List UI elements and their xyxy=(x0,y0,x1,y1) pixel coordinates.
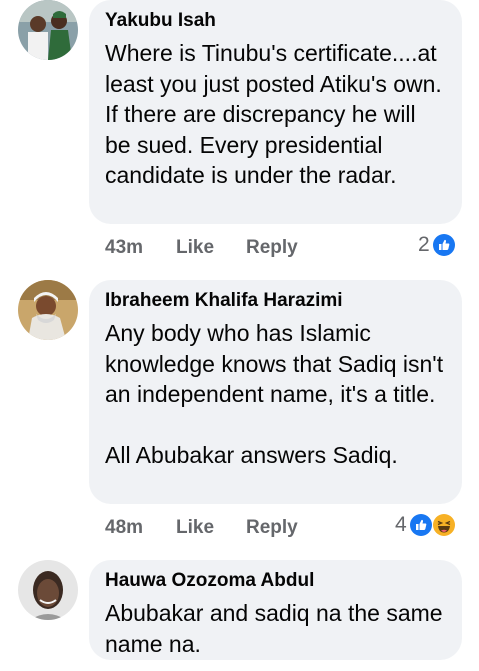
comment-bubble: Ibraheem Khalifa Harazimi Any body who h… xyxy=(89,280,462,504)
like-icon xyxy=(409,514,432,536)
avatar[interactable] xyxy=(18,280,78,340)
comment-bubble: Yakubu Isah Where is Tinubu's certificat… xyxy=(89,0,462,224)
comment-author[interactable]: Hauwa Ozozoma Abdul xyxy=(105,569,446,593)
comment-text: Any body who has Islamic knowledge knows… xyxy=(105,320,444,468)
avatar[interactable] xyxy=(18,0,78,60)
comment-bubble: Hauwa Ozozoma Abdul Abubakar and sadiq n… xyxy=(89,560,462,660)
haha-icon xyxy=(432,514,455,536)
reaction-count: 2 xyxy=(418,233,430,256)
avatar[interactable] xyxy=(18,560,78,620)
comment-actions: 43m Like Reply xyxy=(105,234,298,262)
like-button[interactable]: Like xyxy=(176,237,246,259)
reply-button[interactable]: Reply xyxy=(246,237,298,259)
reaction-count: 4 xyxy=(395,513,407,536)
comment-text: Abubakar and sadiq na the same name na. xyxy=(105,600,443,657)
comment-actions: 48m Like Reply xyxy=(105,514,298,542)
comment-text: Where is Tinubu's certificate....at leas… xyxy=(105,40,442,188)
reaction-summary[interactable]: 4 xyxy=(395,511,455,539)
reaction-summary[interactable]: 2 xyxy=(418,231,455,259)
comment-time[interactable]: 43m xyxy=(105,237,176,259)
like-icon xyxy=(432,234,455,256)
comment-author[interactable]: Ibraheem Khalifa Harazimi xyxy=(105,289,446,313)
reply-button[interactable]: Reply xyxy=(246,517,298,539)
comment-author[interactable]: Yakubu Isah xyxy=(105,9,446,33)
like-button[interactable]: Like xyxy=(176,517,246,539)
comment-time[interactable]: 48m xyxy=(105,517,176,539)
